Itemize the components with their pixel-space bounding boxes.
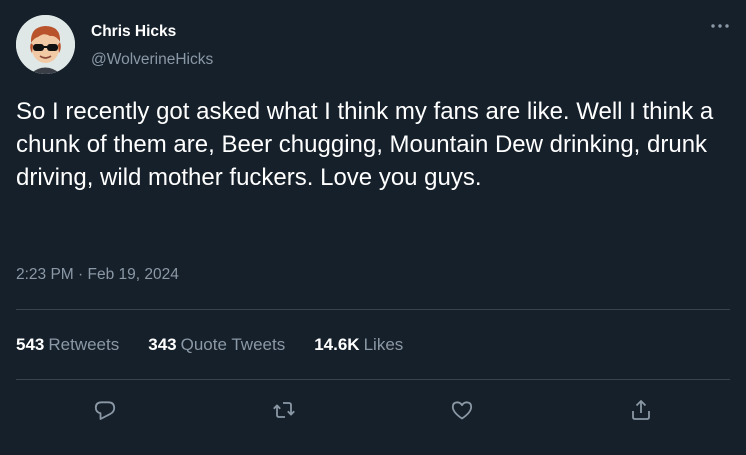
- more-dots-icon: [711, 24, 729, 28]
- user-info: Chris Hicks @WolverineHicks: [91, 22, 213, 70]
- user-handle[interactable]: @WolverineHicks: [91, 50, 213, 70]
- more-options-button[interactable]: [708, 14, 732, 38]
- divider: [16, 309, 730, 310]
- retweets-stat[interactable]: 543 Retweets: [16, 334, 119, 356]
- retweets-label: Retweets: [48, 335, 120, 354]
- retweets-count: 543: [16, 335, 45, 354]
- tweet-actions: [0, 396, 746, 424]
- engagement-stats: 543 Retweets 343 Quote Tweets 14.6K Likes: [16, 334, 403, 356]
- divider: [16, 379, 730, 380]
- like-icon: [451, 401, 473, 420]
- quotes-count: 343: [148, 335, 177, 354]
- retweet-icon: [273, 402, 295, 418]
- tweet-text: So I recently got asked what I think my …: [16, 98, 714, 191]
- avatar[interactable]: [16, 15, 75, 74]
- tweet-timestamp[interactable]: 2:23 PM · Feb 19, 2024: [16, 265, 179, 285]
- reply-icon: [94, 401, 116, 420]
- tweet-card: Chris Hicks @WolverineHicks So I recentl…: [0, 0, 746, 455]
- likes-label: Likes: [363, 335, 404, 354]
- quotes-label: Quote Tweets: [180, 335, 286, 354]
- like-button[interactable]: [448, 396, 476, 424]
- likes-stat[interactable]: 14.6K Likes: [314, 334, 403, 356]
- share-button[interactable]: [627, 396, 655, 424]
- likes-count: 14.6K: [314, 335, 360, 354]
- retweet-button[interactable]: [270, 396, 298, 424]
- quotes-stat[interactable]: 343 Quote Tweets: [148, 334, 285, 356]
- display-name[interactable]: Chris Hicks: [91, 22, 213, 42]
- reply-button[interactable]: [91, 396, 119, 424]
- cartoon-avatar-icon: [16, 15, 75, 74]
- share-icon: [632, 400, 650, 420]
